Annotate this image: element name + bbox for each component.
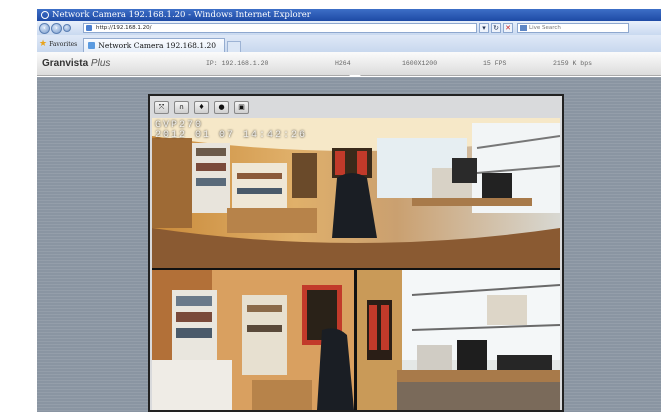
headphones-icon: ∩ [178, 103, 185, 111]
star-icon: ★ [39, 39, 48, 49]
viewer-toolbar: ⤧ ∩ ♦ ● ▣ [154, 101, 249, 114]
address-dropdown-button[interactable]: ▾ [479, 23, 489, 33]
fullscreen-icon: ⤧ [158, 103, 165, 111]
page-icon [86, 25, 92, 31]
quad-view-left [152, 270, 354, 410]
brand-name: Granvista [42, 58, 89, 69]
microphone-icon: ♦ [198, 103, 205, 111]
search-placeholder: Live Search [529, 25, 561, 31]
brand-suffix: Plus [90, 58, 111, 69]
tab-network-camera[interactable]: Network Camera 192.168.1.20 [83, 38, 226, 52]
quad-view-right [357, 270, 560, 410]
video-viewer: ⤧ ∩ ♦ ● ▣ GVP270 2012 01 07 14:42:26 [148, 94, 564, 412]
ie-logo-icon [41, 11, 49, 19]
tab-row: ★ Favorites Network Camera 192.168.1.20 [37, 35, 661, 52]
window-title: Network Camera 192.168.1.20 - Windows In… [52, 10, 311, 20]
fullscreen-button[interactable]: ⤧ [154, 101, 169, 114]
search-input[interactable]: Live Search [517, 23, 629, 33]
tab-page-icon [88, 42, 96, 49]
refresh-icon[interactable]: ↻ [491, 23, 501, 33]
address-text: http://192.168.1.20/ [96, 25, 152, 31]
camera-header: Granvista Plus IP: 192.168.1.20 H264 160… [37, 52, 661, 80]
favorites-label: Favorites [49, 40, 78, 48]
bitrate-status: 2159 K bps [553, 60, 593, 67]
resolution-status: 1600X1200 [402, 60, 438, 67]
stop-icon[interactable]: ✕ [503, 23, 513, 33]
browser-title-bar: Network Camera 192.168.1.20 - Windows In… [37, 9, 661, 21]
new-tab-button[interactable] [227, 41, 242, 52]
favorites-button[interactable]: ★ Favorites [37, 40, 83, 52]
record-button[interactable]: ● [214, 101, 229, 114]
fps-status: 15 FPS [483, 60, 507, 67]
address-input[interactable]: http://192.168.1.20/ [83, 23, 477, 33]
back-button[interactable]: ‹ [39, 22, 50, 34]
timestamp-overlay: 2012 01 07 14:42:26 [155, 130, 308, 141]
headphones-button[interactable]: ∩ [174, 101, 189, 114]
microphone-button[interactable]: ♦ [194, 101, 209, 114]
snapshot-icon: ▣ [238, 103, 245, 111]
codec-status: H264 [335, 60, 351, 67]
forward-button[interactable]: › [51, 22, 62, 34]
address-bar-row: ‹ › http://192.168.1.20/ ▾ ↻ ✕ Live Sear… [37, 21, 661, 35]
snapshot-button[interactable]: ▣ [234, 101, 249, 114]
search-provider-icon [520, 25, 527, 31]
video-stream[interactable]: GVP270 2012 01 07 14:42:26 [152, 118, 560, 410]
history-dropdown-button[interactable] [63, 24, 71, 32]
tab-label: Network Camera 192.168.1.20 [98, 41, 217, 50]
ip-status: IP: 192.168.1.20 [206, 60, 269, 67]
brand-logo: Granvista Plus [37, 58, 181, 69]
record-icon: ● [218, 103, 225, 111]
